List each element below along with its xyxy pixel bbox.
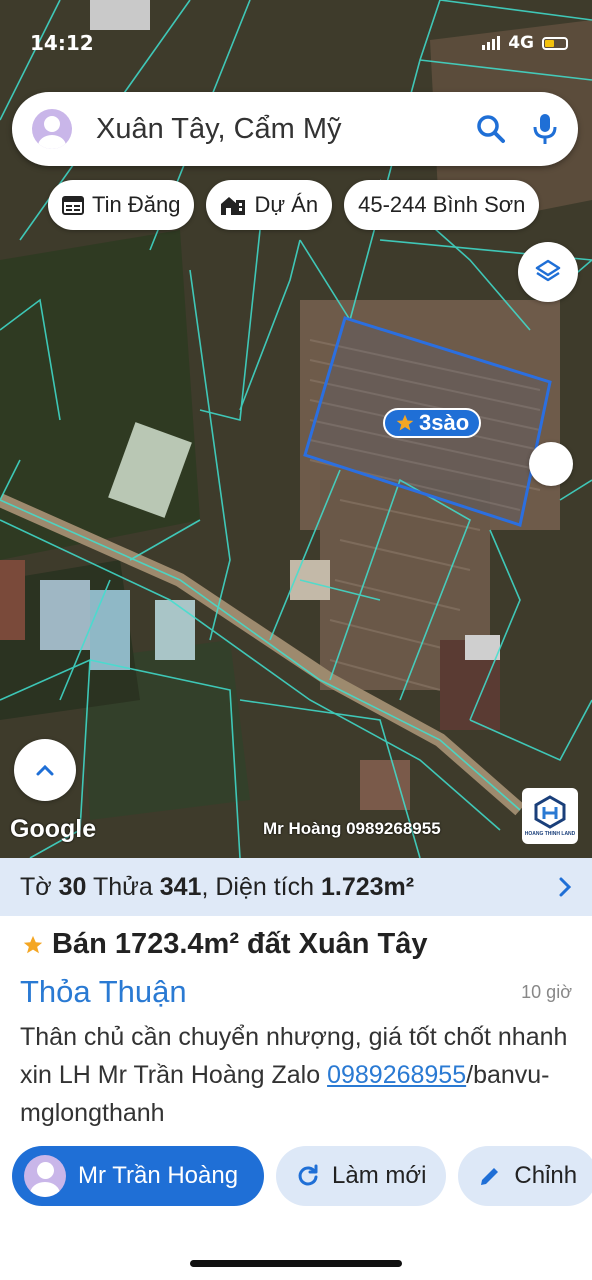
chevron-up-icon: [36, 764, 54, 776]
profile-avatar[interactable]: [32, 109, 72, 149]
map-layers-button[interactable]: [518, 242, 578, 302]
star-icon: [23, 935, 43, 953]
map-scroll-handle[interactable]: [529, 442, 573, 486]
battery-icon: [542, 36, 568, 50]
listing-price: Thỏa Thuận: [20, 974, 187, 1009]
refresh-label: Làm mới: [332, 1162, 427, 1189]
filter-chips: Tin Đăng Dự Án 45-244 Bình Sơn: [48, 180, 540, 230]
chip-label: Dự Án: [254, 192, 319, 217]
listing-title[interactable]: Bán 1723.4m² đất Xuân Tây: [22, 928, 428, 961]
brand-logo: HOANG THINH LAND: [522, 788, 578, 844]
parcel-size: 3sào: [419, 410, 470, 435]
star-icon: [396, 414, 414, 431]
area-label: Diện tích: [215, 872, 315, 901]
thua-value: 341: [159, 872, 202, 901]
watermark-text: Mr Hoàng 0989268955: [263, 819, 441, 838]
chip-label: 45-244 Bình Sơn: [358, 192, 526, 217]
network-type: 4G: [508, 33, 534, 53]
map-view[interactable]: 14:12 4G Xuân Tây, Cẩm Mỹ Tin Đăng Dự Án…: [0, 0, 592, 858]
listing-time: 10 giờ: [521, 982, 572, 1002]
status-indicators: 4G: [482, 33, 568, 53]
edit-label: Chỉnh: [514, 1162, 578, 1189]
thua-label: Thửa: [92, 872, 153, 901]
search-input[interactable]: Xuân Tây, Cẩm Mỹ: [96, 113, 476, 146]
google-logo: Google: [10, 815, 97, 843]
listing-title-text: Bán 1723.4m² đất Xuân Tây: [52, 928, 428, 960]
area-value: 1.723m²: [320, 872, 415, 901]
mic-icon[interactable]: [532, 113, 558, 145]
to-label: Tờ: [20, 872, 52, 901]
brand-caption: HOANG THINH LAND: [524, 831, 576, 837]
chip-label: Tin Đăng: [92, 192, 181, 217]
refresh-button[interactable]: Làm mới: [276, 1146, 447, 1206]
calendar-icon: [62, 196, 84, 215]
chip-tin-dang[interactable]: Tin Đăng: [48, 180, 195, 230]
layers-icon: [535, 259, 561, 282]
edit-button[interactable]: Chỉnh: [458, 1146, 592, 1206]
lot-info-bar[interactable]: Tờ 30 Thửa 341, Diện tích 1.723m²: [0, 858, 592, 916]
phone-link[interactable]: 0989268955: [327, 1061, 466, 1089]
status-time: 14:12: [30, 31, 94, 55]
refresh-icon: [298, 1164, 318, 1186]
parcel-label[interactable]: 3sào: [383, 408, 482, 438]
pencil-icon: [481, 1168, 499, 1185]
chip-du-an[interactable]: Dự Án: [206, 180, 333, 230]
status-bar: 14:12 4G: [30, 30, 568, 56]
brand-emblem-icon: [534, 795, 566, 829]
building-icon: [221, 197, 246, 215]
chip-lot-code[interactable]: 45-244 Bình Sơn: [344, 180, 540, 230]
contact-avatar: [24, 1155, 66, 1197]
search-bar[interactable]: Xuân Tây, Cẩm Mỹ: [12, 92, 578, 166]
home-indicator[interactable]: [190, 1260, 402, 1267]
to-value: 30: [58, 872, 87, 901]
action-buttons: Mr Trần Hoàng Làm mới Chỉnh: [12, 1146, 592, 1206]
contact-name: Mr Trần Hoàng: [78, 1162, 239, 1189]
lot-info-text: Tờ 30 Thửa 341, Diện tích 1.723m²: [20, 872, 415, 901]
chevron-right-icon: [559, 877, 572, 897]
listing-description: Thân chủ cần chuyển nhượng, giá tốt chốt…: [20, 1018, 580, 1132]
contact-button[interactable]: Mr Trần Hoàng: [12, 1146, 264, 1206]
cellular-signal-icon: [482, 36, 501, 50]
expand-panel-button[interactable]: [14, 739, 76, 801]
search-icon[interactable]: [476, 114, 506, 144]
